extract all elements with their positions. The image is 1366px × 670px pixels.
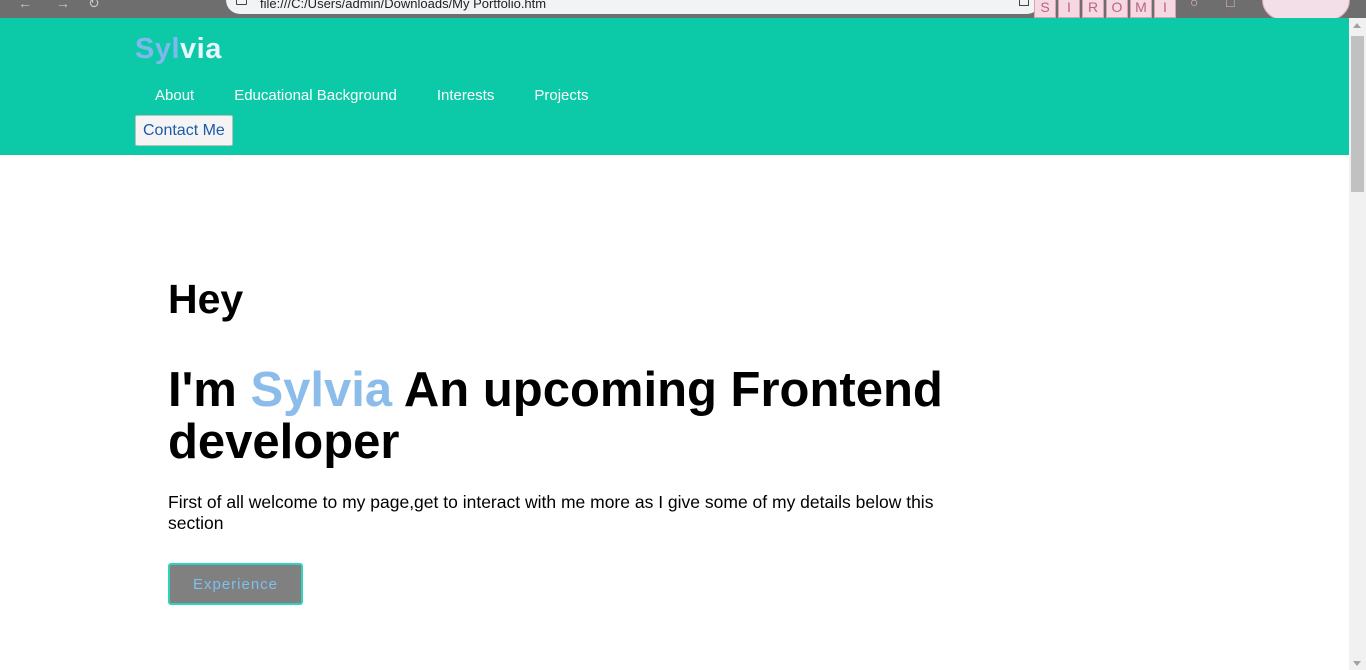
avatar[interactable] [1262,0,1350,18]
nav-link-interests[interactable]: Interests [417,87,515,105]
hero-title: I'm Sylvia An upcoming Frontend develope… [168,364,1008,468]
nav-link-educational-background[interactable]: Educational Background [214,87,417,105]
extension-tile[interactable]: S [1034,0,1056,18]
extension-tile[interactable]: I [1058,0,1080,18]
contact-me-button[interactable]: Contact Me [135,115,233,146]
main-nav: About Educational Background Interests P… [135,87,609,105]
address-url[interactable]: file:///C:/Users/admin/Downloads/My Port… [260,0,546,11]
logo-accent-text: Syl [135,33,181,65]
extension-tile[interactable]: I [1154,0,1176,18]
address-bar[interactable]: file:///C:/Users/admin/Downloads/My Port… [226,0,1041,14]
nav-link-about[interactable]: About [135,87,214,105]
install-icon[interactable] [1019,0,1029,6]
extension-tile[interactable]: M [1130,0,1152,18]
forward-icon[interactable]: → [56,0,70,11]
nav-link-projects[interactable]: Projects [514,87,608,105]
page-scrollbar[interactable] [1349,18,1366,670]
profile-icon[interactable]: □ [1226,0,1234,10]
site-header: Sylvia About Educational Background Inte… [0,18,1349,155]
logo-rest-text: via [180,33,222,65]
site-logo[interactable]: Sylvia [135,33,222,66]
scroll-thumb[interactable] [1351,36,1364,192]
file-icon [236,0,247,5]
extensions-icon[interactable]: ○ [1190,0,1198,10]
scroll-down-icon[interactable] [1353,661,1361,666]
extension-tile[interactable]: R [1082,0,1104,18]
hero-greeting: Hey [168,276,244,322]
scroll-up-icon[interactable] [1353,23,1361,28]
reload-icon[interactable]: ↻ [88,0,100,12]
back-icon[interactable]: ← [18,0,32,11]
experience-button[interactable]: Experience [168,563,303,605]
extension-strip[interactable]: S I R O M I [1034,0,1176,18]
extension-tile[interactable]: O [1106,0,1128,18]
hero-title-name: Sylvia [250,363,393,417]
browser-toolbar: ← → ↻ file:///C:/Users/admin/Downloads/M… [0,0,1366,18]
hero-intro: First of all welcome to my page,get to i… [168,492,934,533]
hero-title-prefix: I'm [168,363,251,417]
